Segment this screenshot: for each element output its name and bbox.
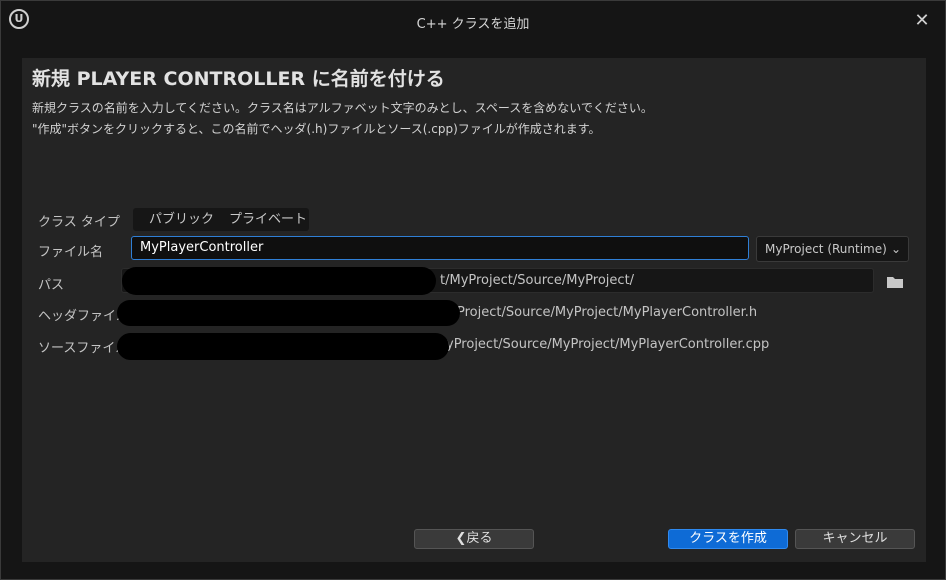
chevron-down-icon: ⌄ (890, 242, 901, 256)
title-bar[interactable]: U C++ クラスを追加 ✕ (1, 1, 945, 41)
class-type-public-option[interactable]: パブリック (149, 208, 214, 231)
description-line-2: "作成"ボタンをクリックすると、この名前でヘッダ(.h)ファイルとソース(.cp… (32, 122, 601, 136)
add-cpp-class-window: U C++ クラスを追加 ✕ 新規 PLAYER CONTROLLER に名前を… (0, 0, 946, 580)
cancel-button[interactable]: キャンセル (795, 529, 915, 549)
redaction-mark (122, 267, 436, 295)
redaction-mark (117, 300, 460, 326)
path-value: t/MyProject/Source/MyProject/ (440, 273, 635, 288)
back-button[interactable]: ❮戻る (414, 529, 534, 549)
source-file-value: yProject/Source/MyProject/MyPlayerContro… (446, 337, 770, 352)
header-file-value: Project/Source/MyProject/MyPlayerControl… (457, 305, 758, 320)
path-label: パス (38, 278, 65, 293)
class-type-toggle: パブリック プライベート (133, 208, 309, 231)
class-name-input[interactable]: MyPlayerController (131, 236, 749, 260)
folder-icon[interactable] (886, 275, 904, 289)
file-name-label: ファイル名 (38, 245, 104, 260)
page-title: 新規 PLAYER CONTROLLER に名前を付ける (32, 68, 445, 90)
description-line-1: 新規クラスの名前を入力してください。クラス名はアルファベット文字のみとし、スペー… (32, 101, 653, 115)
create-class-button[interactable]: クラスを作成 (668, 529, 788, 549)
redaction-mark (117, 333, 449, 360)
class-type-label: クラス タイプ (38, 215, 120, 230)
main-panel: 新規 PLAYER CONTROLLER に名前を付ける 新規クラスの名前を入力… (22, 58, 926, 562)
module-select-value: MyProject (Runtime) (765, 242, 887, 256)
close-icon[interactable]: ✕ (913, 10, 931, 32)
module-select[interactable]: MyProject (Runtime) ⌄ (756, 236, 909, 262)
header-file-label: ヘッダファイル (38, 309, 130, 324)
window-title: C++ クラスを追加 (416, 17, 530, 32)
source-file-label: ソースファイル (38, 341, 129, 356)
class-type-private-option[interactable]: プライベート (229, 208, 307, 231)
